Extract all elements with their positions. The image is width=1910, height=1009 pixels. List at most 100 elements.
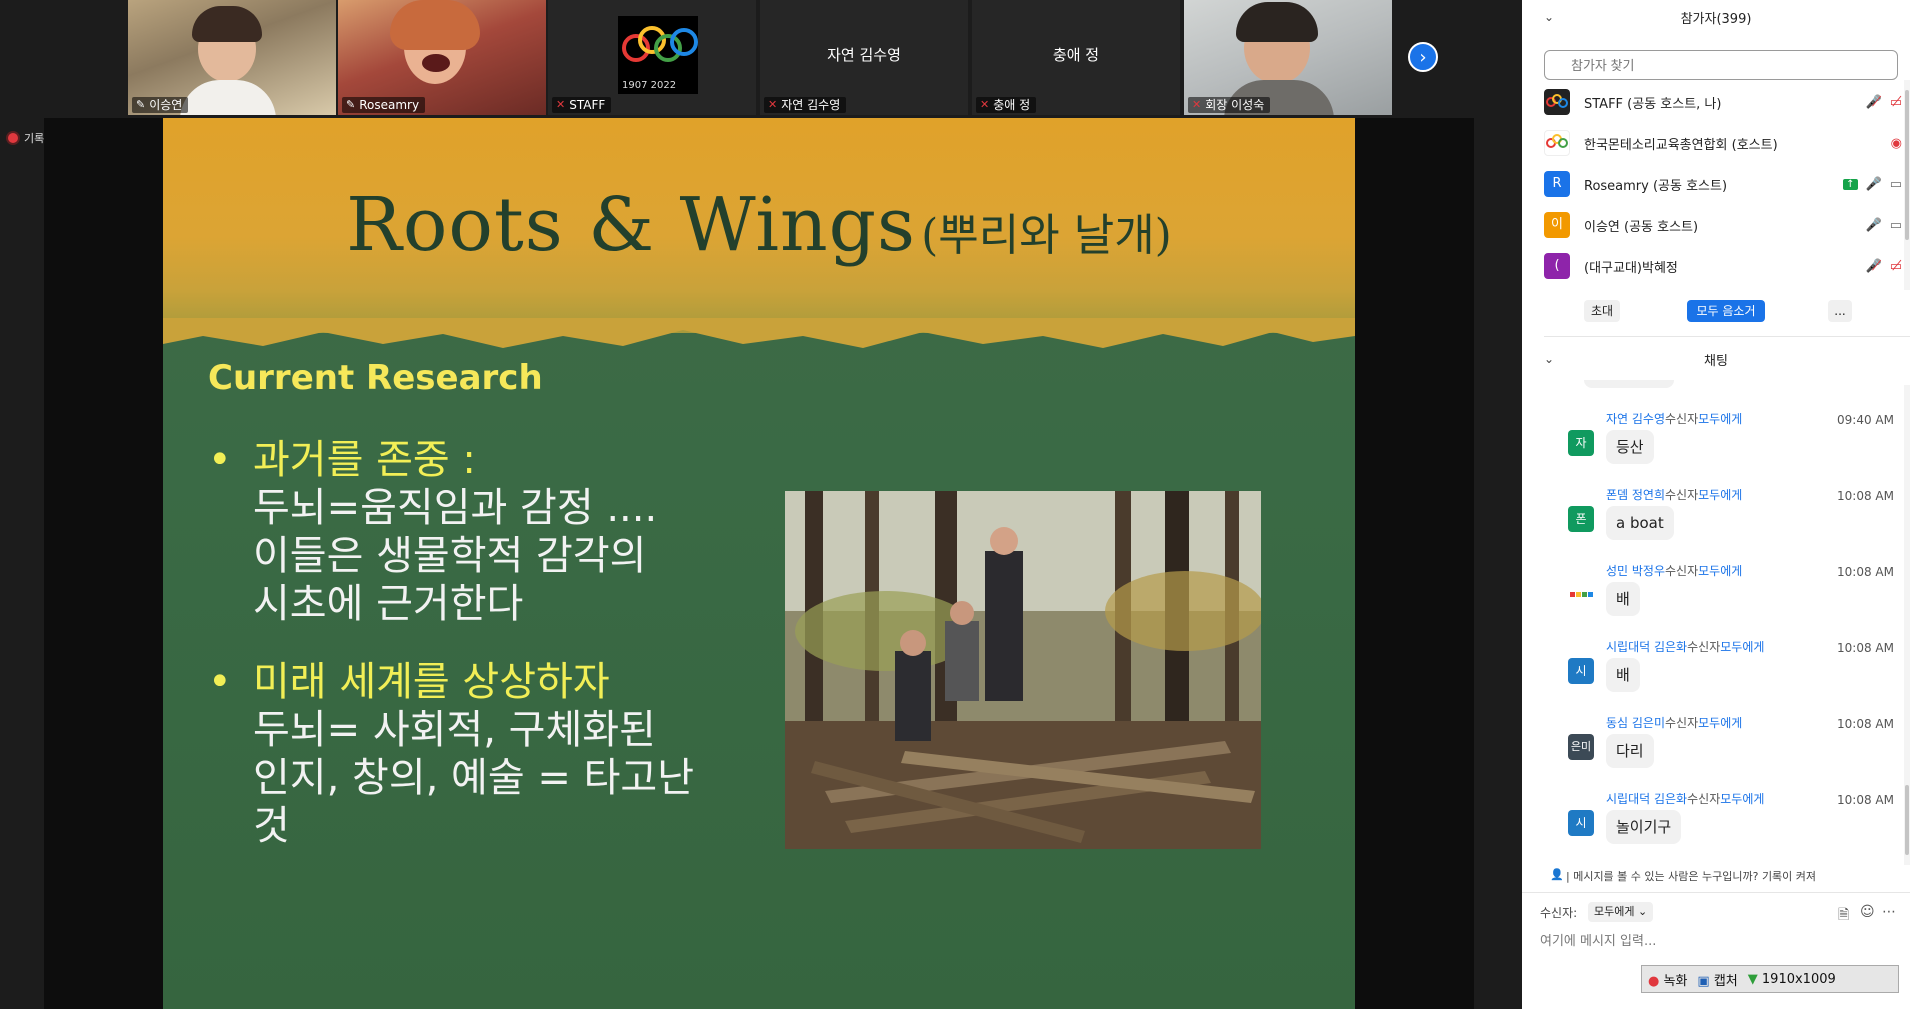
slide-bullet-line: 것 <box>253 803 290 849</box>
chat-message-input[interactable]: 여기에 메시지 입력... <box>1540 930 1656 949</box>
message-bubble: 놀이기구 <box>1606 810 1682 844</box>
chat-visibility-notice[interactable]: | 메시지를 볼 수 있는 사람은 누구입니까? 기록이 켜져 <box>1566 868 1816 884</box>
slide-photo-forest-playground <box>785 491 1261 849</box>
emoji-icon[interactable]: ☺ <box>1860 904 1875 920</box>
tile-name-label: ✎ 이승연 <box>132 97 189 113</box>
chat-message: 폰 폰뎀 정연희수신자모두에게 10:08 AM a boat <box>1544 486 1900 561</box>
participant-row[interactable]: ( (대구교대)박혜정 🎤̸ ▭̸ <box>1544 251 1902 281</box>
sender-avatar: 시 <box>1568 810 1594 836</box>
pin-icon: ✎ <box>136 98 146 111</box>
capture-control[interactable]: ▣ 캡처 <box>1697 970 1737 989</box>
message-bubble: 배 <box>1606 582 1640 616</box>
tile-name-label: ✕ 충애 정 <box>976 97 1037 113</box>
mic-icon[interactable]: 🎤 <box>1866 177 1882 192</box>
chat-message: 성민 박정우수신자모두에게 10:08 AM 배 <box>1544 562 1900 637</box>
video-tile[interactable]: 자연 김수영 ✕ 자연 김수영 <box>760 0 968 115</box>
slide-bullet-line: 시초에 근거한다 <box>253 581 524 627</box>
mic-off-icon: ✕ <box>556 98 566 111</box>
video-icon[interactable]: ▭ <box>1890 177 1902 192</box>
message-time: 10:08 AM <box>1837 489 1894 503</box>
participant-hair <box>192 6 262 42</box>
message-header: 성민 박정우수신자모두에게 <box>1606 564 1743 578</box>
sender-avatar: 시 <box>1568 658 1594 684</box>
chat-message: 시 시립대덕 김은화수신자모두에게 10:08 AM 놀이기구 <box>1544 790 1900 865</box>
message-header: 시립대덕 김은화수신자모두에게 <box>1606 640 1765 654</box>
size-control[interactable]: ▼ 1910x1009 <box>1748 972 1836 987</box>
participant-row[interactable]: STAFF (공동 호스트, 나) 🎤̸ ▭̸ <box>1544 87 1902 117</box>
chevron-down-icon: ⌄ <box>1637 905 1648 918</box>
mic-muted-icon[interactable]: 🎤̸ <box>1866 95 1882 110</box>
slide-bullet-line: 이들은 생물학적 감각의 <box>253 533 647 579</box>
tile-center-name: 충애 정 <box>1052 46 1100 64</box>
monitor-icon: ▣ <box>1697 973 1710 989</box>
organization-logo-icon <box>1546 134 1568 148</box>
participant-row[interactable]: R Roseamry (공동 호스트) ↑ 🎤 ▭ <box>1544 169 1902 199</box>
participant-hair <box>1236 2 1318 42</box>
recipient-select[interactable]: 모두에게 ⌄ <box>1588 902 1654 922</box>
participant-search-input[interactable] <box>1544 50 1898 80</box>
more-icon[interactable]: ⋯ <box>1882 904 1896 920</box>
message-header: 동심 김은미수신자모두에게 <box>1606 716 1743 730</box>
screen-share-icon: ↑ <box>1843 178 1858 190</box>
invite-button[interactable]: 초대 <box>1584 300 1620 322</box>
message-time: 09:40 AM <box>1837 413 1894 427</box>
participant-row[interactable]: 한국몬테소리교육총연합회 (호스트) ◉ <box>1544 128 1902 158</box>
capture-toolbar: ● 녹화 ▣ 캡처 ▼ 1910x1009 <box>1641 965 1899 993</box>
people-icon: 👤 <box>1550 868 1564 881</box>
triangle-down-icon: ▼ <box>1747 971 1758 987</box>
participant-shirt <box>180 80 276 115</box>
video-strip: ✎ 이승연 ✎ Roseamry 1907 2022 ✕ STAFF 자연 김수… <box>0 0 1522 115</box>
message-time: 10:08 AM <box>1837 717 1894 731</box>
forest-scene-image <box>785 491 1261 849</box>
staff-logo-icon <box>1546 94 1568 108</box>
chat-message: 자 자연 김수영수신자모두에게 09:40 AM 등산 <box>1544 410 1900 485</box>
mic-icon[interactable]: 🎤 <box>1866 218 1882 233</box>
participant-row[interactable]: 이 이승연 (공동 호스트) 🎤 ▭ <box>1544 210 1902 240</box>
participant-avatar: 이 <box>1544 212 1570 238</box>
slide-bullet-line: 인지, 창의, 예술 = 타고난 <box>253 755 695 801</box>
video-tile[interactable]: ✕ 회장 이성숙 <box>1184 0 1392 115</box>
chevron-right-icon: › <box>1419 47 1427 68</box>
sender-avatar: 은미 <box>1568 734 1594 760</box>
message-bubble: 배 <box>1606 658 1640 692</box>
tile-center-name: 자연 김수영 <box>827 46 901 64</box>
tile-name-label: ✕ 자연 김수영 <box>764 97 847 113</box>
mute-all-button[interactable]: 모두 음소거 <box>1687 300 1765 322</box>
slide-bullet-line: 두뇌=움직임과 감정 .... <box>253 485 658 531</box>
message-bubble: 등산 <box>1606 430 1654 464</box>
video-off-icon[interactable]: ▭̸ <box>1890 95 1902 110</box>
participant-avatar: R <box>1544 171 1570 197</box>
tile-name-label: ✎ Roseamry <box>342 97 426 113</box>
tile-name-label: ✕ 회장 이성숙 <box>1188 97 1271 113</box>
record-control[interactable]: ● 녹화 <box>1648 970 1687 989</box>
bullet-dot-icon: • <box>208 659 232 705</box>
record-dot-icon <box>8 133 18 143</box>
next-page-button[interactable]: › <box>1408 42 1438 72</box>
video-tile[interactable]: ✎ 이승연 <box>128 0 336 115</box>
sender-avatar: 폰 <box>1568 506 1594 532</box>
side-panel: ⌄ 참가자(399) ⌕ STAFF (공동 호스트, 나) 🎤̸ ▭̸ 한국몬… <box>1522 0 1910 1009</box>
participant-mouth <box>422 54 450 72</box>
more-options-button[interactable]: ... <box>1828 300 1852 322</box>
message-header: 자연 김수영수신자모두에게 <box>1606 412 1743 426</box>
participants-title: 참가자(399) <box>1680 12 1752 27</box>
recipient-label: 수신자: <box>1540 906 1578 920</box>
record-dot-icon: ● <box>1648 973 1660 989</box>
file-icon[interactable]: 🗎 <box>1838 904 1849 928</box>
video-off-icon[interactable]: ▭̸ <box>1890 259 1902 274</box>
participant-avatar <box>1544 130 1570 156</box>
message-header: 시립대덕 김은화수신자모두에게 <box>1606 792 1765 806</box>
mic-off-icon: ✕ <box>1192 98 1202 111</box>
chat-message-list: 자 자연 김수영수신자모두에게 09:40 AM 등산 폰 폰뎀 정연희수신자모… <box>1522 385 1910 865</box>
video-icon[interactable]: ▭ <box>1890 218 1902 233</box>
video-tile[interactable]: 충애 정 ✕ 충애 정 <box>972 0 1180 115</box>
chat-message: 시 시립대덕 김은화수신자모두에게 10:08 AM 배 <box>1544 638 1900 713</box>
video-tile[interactable]: 1907 2022 ✕ STAFF <box>548 0 756 115</box>
participants-scrollbar[interactable] <box>1904 80 1910 290</box>
mic-muted-icon[interactable]: 🎤̸ <box>1866 259 1882 274</box>
chat-scrollbar[interactable] <box>1904 385 1910 865</box>
participant-avatar: ( <box>1544 253 1570 279</box>
message-time: 10:08 AM <box>1837 565 1894 579</box>
video-tile[interactable]: ✎ Roseamry <box>338 0 546 115</box>
slide-title: Roots & Wings (뿌리와 날개) <box>346 182 1172 268</box>
